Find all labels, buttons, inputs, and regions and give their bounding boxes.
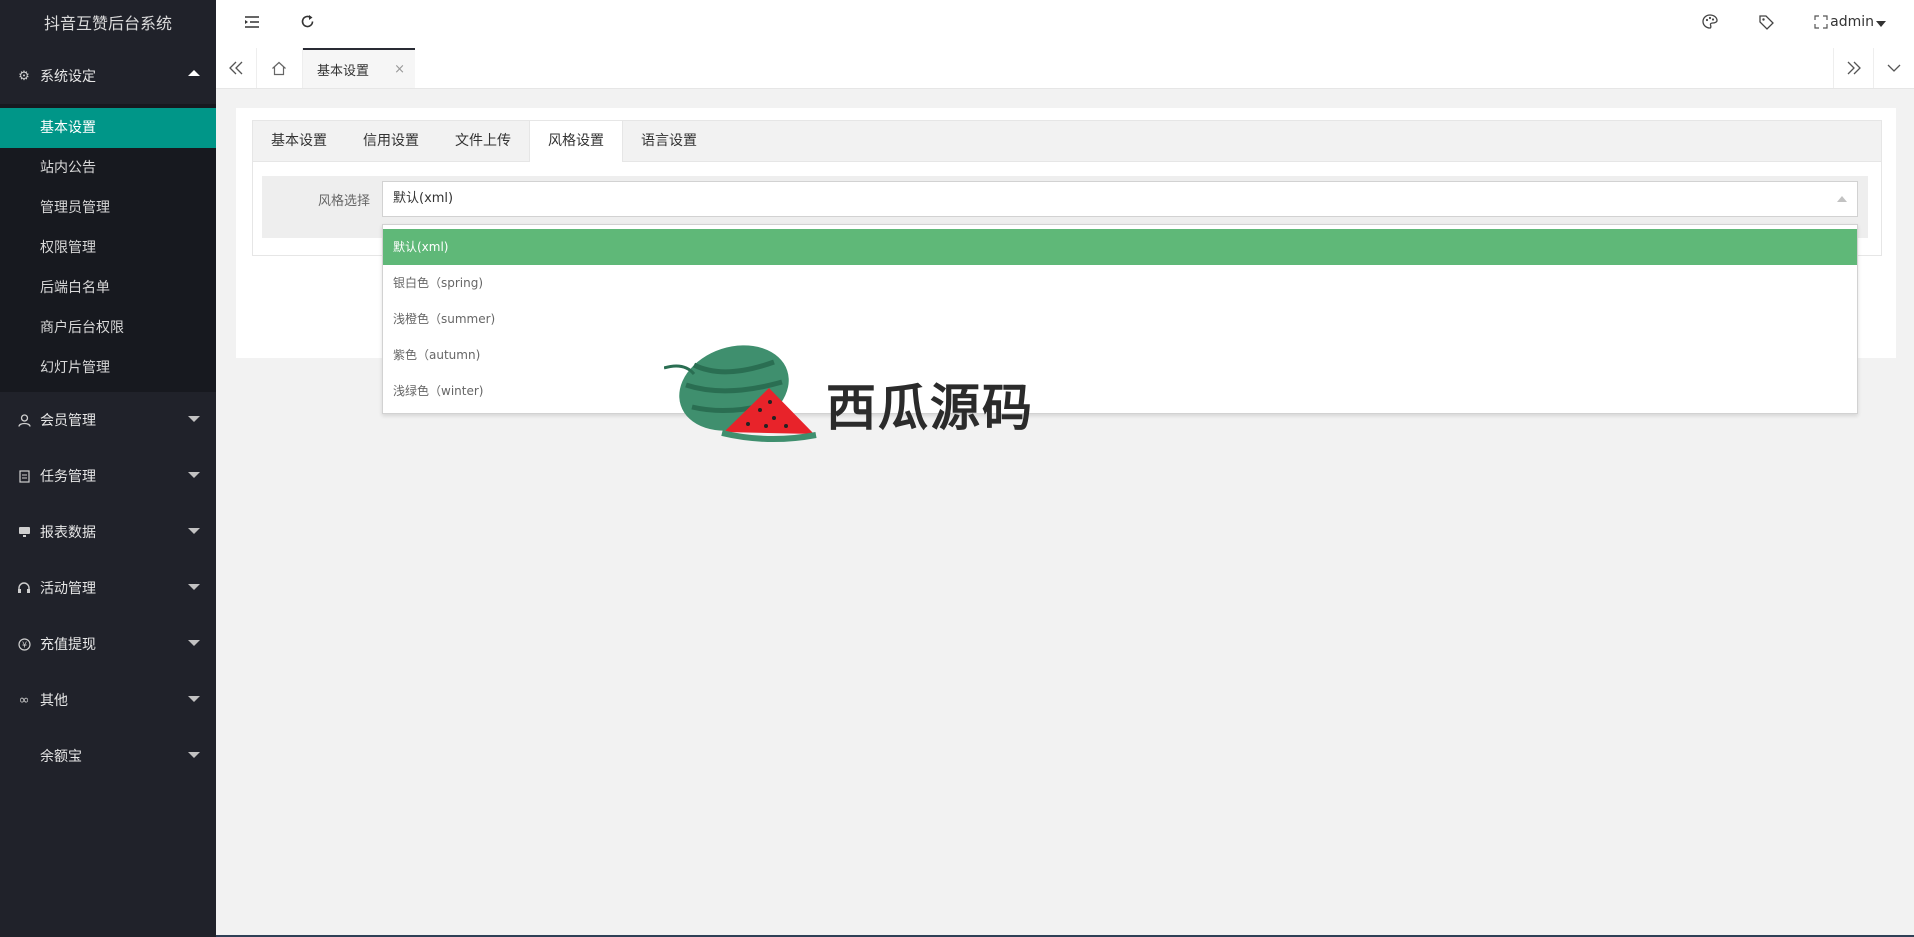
style-select-value: 默认(xml) bbox=[393, 191, 454, 206]
sidebar-item-permissions[interactable]: 权限管理 bbox=[0, 228, 216, 268]
sidebar-submenu: 基本设置 站内公告 管理员管理 权限管理 后端白名单 商户后台权限 幻灯片管理 bbox=[0, 104, 216, 392]
sidebar: 抖音互赞后台系统 ⚙ 系统设定 基本设置 站内公告 管理员管理 权限管理 后端白… bbox=[0, 0, 216, 937]
dropdown-option[interactable]: 紫色（autumn) bbox=[383, 337, 1857, 373]
sidebar-group-members[interactable]: 会员管理 bbox=[0, 392, 216, 448]
user-icon bbox=[16, 413, 32, 427]
page-tabbar: 基本设置 × bbox=[216, 48, 1914, 89]
tab-label: 基本设置 bbox=[317, 63, 370, 79]
sidebar-group-recharge-withdraw[interactable]: ¥ 充值提现 bbox=[0, 616, 216, 672]
style-select[interactable]: 默认(xml) bbox=[382, 181, 1858, 217]
tab-file-upload[interactable]: 文件上传 bbox=[437, 121, 529, 161]
dropdown-option[interactable]: 默认(xml) bbox=[383, 229, 1857, 265]
sidebar-group-activities[interactable]: 活动管理 bbox=[0, 560, 216, 616]
headset-icon bbox=[16, 582, 32, 594]
sidebar-group-label: 余额宝 bbox=[40, 749, 82, 765]
document-icon bbox=[16, 469, 32, 483]
tab-language[interactable]: 语言设置 bbox=[623, 121, 715, 161]
caret-down-icon bbox=[188, 752, 200, 758]
close-icon[interactable]: × bbox=[394, 62, 405, 77]
tab-basic[interactable]: 基本设置 bbox=[253, 121, 345, 161]
caret-down-icon bbox=[188, 696, 200, 702]
watermark-logo: 西瓜源码 bbox=[663, 340, 1084, 450]
sidebar-group-other[interactable]: ∞ 其他 bbox=[0, 672, 216, 728]
sidebar-group-label: 充值提现 bbox=[40, 637, 96, 653]
caret-down-icon bbox=[188, 416, 200, 422]
watermelon-icon bbox=[663, 345, 817, 442]
sidebar-group-reports[interactable]: 报表数据 bbox=[0, 504, 216, 560]
style-dropdown: 默认(xml) 银白色（spring) 浅橙色（summer) 紫色（autum… bbox=[382, 224, 1858, 414]
tabs-scroll-left-button[interactable] bbox=[216, 48, 257, 88]
watermark-text: 西瓜源码 bbox=[826, 379, 1034, 437]
caret-down-icon[interactable] bbox=[1876, 21, 1886, 27]
svg-text:¥: ¥ bbox=[21, 640, 26, 649]
sidebar-group-label: 任务管理 bbox=[40, 469, 96, 485]
sidebar-item-announcements[interactable]: 站内公告 bbox=[0, 148, 216, 188]
tag-icon[interactable] bbox=[1758, 14, 1774, 34]
yen-icon: ¥ bbox=[16, 637, 32, 651]
gear-icon: ⚙ bbox=[18, 68, 30, 84]
top-header: admin bbox=[216, 0, 1914, 49]
tabs-scroll-right-button[interactable] bbox=[1833, 48, 1874, 88]
caret-up-icon bbox=[1837, 196, 1847, 202]
sidebar-item-basic-settings[interactable]: 基本设置 bbox=[0, 108, 216, 148]
caret-up-icon bbox=[188, 70, 200, 76]
sidebar-group-label: 活动管理 bbox=[40, 581, 96, 597]
tab-basic-settings[interactable]: 基本设置 × bbox=[303, 48, 415, 88]
tab-credit[interactable]: 信用设置 bbox=[345, 121, 437, 161]
dropdown-option[interactable]: 浅绿色（winter) bbox=[383, 373, 1857, 409]
tab-style[interactable]: 风格设置 bbox=[529, 121, 623, 162]
sidebar-group-label: 报表数据 bbox=[40, 525, 96, 541]
sidebar-group-system-settings[interactable]: ⚙ 系统设定 bbox=[0, 48, 216, 104]
app-title: 抖音互赞后台系统 bbox=[43, 14, 172, 33]
monitor-icon bbox=[16, 526, 32, 538]
sidebar-item-admin-management[interactable]: 管理员管理 bbox=[0, 188, 216, 228]
sidebar-item-backend-whitelist[interactable]: 后端白名单 bbox=[0, 268, 216, 308]
sidebar-group-label: 会员管理 bbox=[40, 413, 96, 429]
menu-collapse-icon[interactable] bbox=[244, 14, 260, 33]
tabs-menu-button[interactable] bbox=[1873, 48, 1914, 88]
settings-tab-header: 基本设置 信用设置 文件上传 风格设置 语言设置 bbox=[253, 121, 1881, 162]
infinity-icon: ∞ bbox=[18, 692, 30, 708]
home-tab-button[interactable] bbox=[256, 48, 303, 88]
dropdown-option[interactable]: 浅橙色（summer) bbox=[383, 301, 1857, 337]
sidebar-group-yuebao[interactable]: 余额宝 bbox=[0, 728, 216, 784]
sidebar-item-merchant-permissions[interactable]: 商户后台权限 bbox=[0, 308, 216, 348]
caret-down-icon bbox=[188, 584, 200, 590]
sidebar-item-slideshow[interactable]: 幻灯片管理 bbox=[0, 348, 216, 388]
theme-palette-icon[interactable] bbox=[1702, 14, 1718, 33]
sidebar-group-label: 系统设定 bbox=[40, 69, 96, 85]
refresh-icon[interactable] bbox=[300, 14, 315, 33]
dropdown-option[interactable]: 银白色（spring) bbox=[383, 265, 1857, 301]
caret-down-icon bbox=[188, 472, 200, 478]
style-select-label: 风格选择 bbox=[318, 194, 371, 209]
user-menu[interactable]: admin bbox=[1830, 14, 1874, 30]
caret-down-icon bbox=[188, 528, 200, 534]
sidebar-group-label: 其他 bbox=[40, 693, 68, 709]
caret-down-icon bbox=[188, 640, 200, 646]
sidebar-group-tasks[interactable]: 任务管理 bbox=[0, 448, 216, 504]
fullscreen-icon[interactable] bbox=[1814, 14, 1828, 33]
